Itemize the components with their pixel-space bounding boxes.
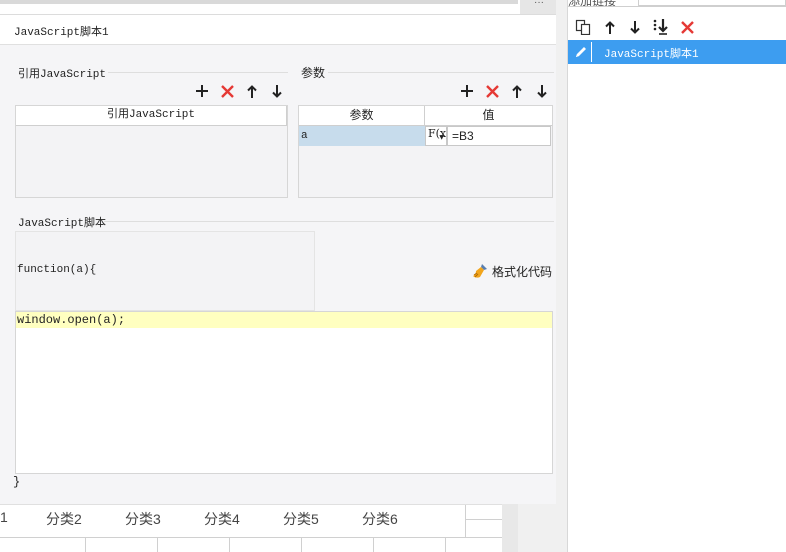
vertical-scrollbar[interactable] [502,504,518,552]
category-tab-4[interactable]: 分类4 [204,509,240,529]
right-tab-divider [568,6,786,7]
link-move-up-button[interactable] [601,18,619,36]
ref-move-up-button[interactable] [243,82,261,100]
grid-cell [230,538,302,552]
category-tab-5[interactable]: 分类5 [283,509,319,529]
param-table-header: 参数 值 [299,106,552,126]
ref-section-divider [108,72,288,73]
link-item-icon-box [570,42,592,62]
link-delete-button[interactable] [678,18,696,36]
link-move-down-button[interactable] [626,18,644,36]
category-tab-bar: 1 分类2 分类3 分类4 分类5 分类6 [0,504,502,552]
param-add-button[interactable] [458,82,476,100]
side-gutter [518,504,556,552]
link-list-item[interactable]: JavaScript脚本1 [568,40,786,64]
param-col-value-header: 值 [482,108,495,122]
arrow-up-icon [512,84,522,98]
category-tab-3[interactable]: 分类3 [125,509,161,529]
param-name-cell[interactable]: a [299,126,425,146]
link-toolbar [568,16,786,38]
category-tab-2[interactable]: 分类2 [46,509,82,529]
dialog-header: JavaScript脚本1 [0,15,568,45]
broom-icon [473,264,487,278]
arrow-down-icon [272,84,282,98]
tab-bar-corner-divider [465,519,502,520]
param-move-down-button[interactable] [533,82,551,100]
grid-cell [302,538,374,552]
pencil-icon [575,47,586,57]
category-tab-6[interactable]: 分类6 [362,509,398,529]
ref-list-panel: 引用JavaScript [15,105,288,198]
delete-icon [220,84,234,98]
move-to-bottom-icon [653,19,668,35]
link-panel: 添加链接 JavaScript脚本1 [568,0,786,552]
tab-bar-corner [465,505,502,537]
sheet-grid-strip [0,537,502,552]
arrow-up-icon [605,20,615,34]
arrow-up-icon [247,84,257,98]
param-row[interactable]: a F(x) ▼ =B3 [299,126,551,146]
chevron-down-icon: ▼ [439,134,444,141]
param-col-name-header: 参数 [299,106,425,126]
category-tab-1[interactable]: 1 [0,509,8,525]
code-editor[interactable]: window.open(a); [15,311,553,474]
arrow-down-icon [537,84,547,98]
add-icon [196,85,208,97]
function-signature-box: function(a){ [15,231,315,311]
grid-cell [158,538,230,552]
format-code-label: 格式化代码 [492,264,553,279]
param-move-up-button[interactable] [508,82,526,100]
copy-link-button[interactable] [574,18,592,36]
function-signature: function(a){ [17,264,97,276]
ref-move-down-button[interactable] [268,82,286,100]
param-table: 参数 值 a F(x) ▼ =B3 [298,105,553,198]
param-section-label: 参数 [301,66,326,80]
formula-button[interactable]: F(x) ▼ [425,126,450,146]
panel-splitter[interactable] [556,0,568,552]
code-line[interactable]: window.open(a); [16,312,552,328]
ref-list-header: 引用JavaScript [16,106,287,126]
add-link-tab[interactable]: 添加链接 [568,0,616,9]
param-section-divider [328,72,554,73]
arrow-down-icon [630,20,640,34]
script-section-divider [104,221,554,222]
link-move-bottom-button[interactable] [652,18,670,36]
ref-column-header: 引用JavaScript [16,106,287,126]
add-icon [461,85,473,97]
link-item-label: JavaScript脚本1 [604,49,699,61]
copy-icon [575,19,591,35]
ref-add-button[interactable] [193,82,211,100]
script-section-label: JavaScript脚本 [18,218,107,230]
top-strip [0,0,518,4]
dialog-title: JavaScript脚本1 [14,27,109,39]
delete-icon [485,84,499,98]
param-value-input[interactable]: =B3 [447,126,551,146]
format-code-button[interactable]: 格式化代码 [472,262,552,280]
param-delete-button[interactable] [483,82,501,100]
more-dots: ··· [534,0,544,8]
ref-delete-button[interactable] [218,82,236,100]
ref-section-label: 引用JavaScript [18,69,107,81]
grid-cell [86,538,158,552]
function-closing-brace: } [13,475,21,489]
grid-cell [0,538,86,552]
grid-cell [374,538,446,552]
delete-icon [680,20,694,34]
